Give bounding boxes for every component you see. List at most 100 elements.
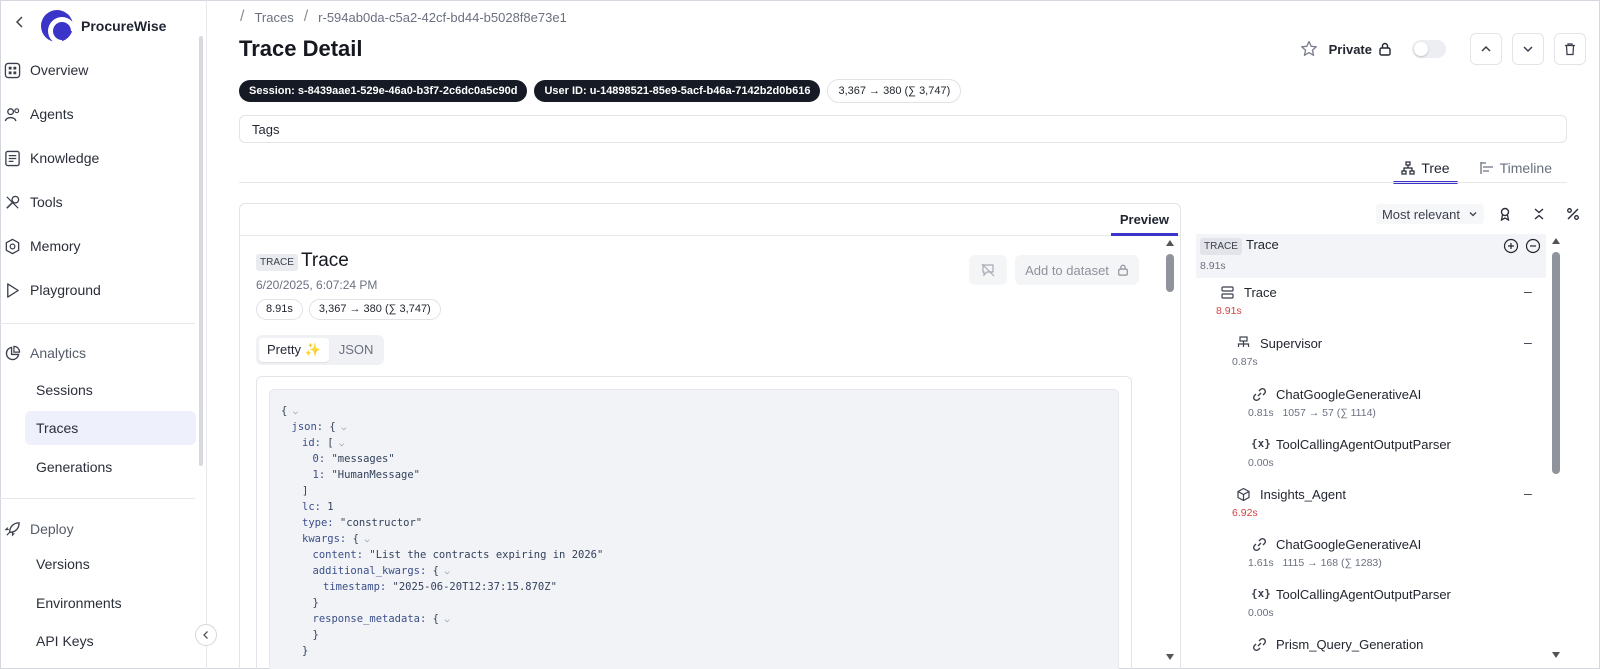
tree-scrollbar[interactable] [1550, 238, 1562, 658]
chevron-down-icon [1523, 46, 1533, 53]
chevron-down-icon[interactable]: ⌵ [439, 567, 449, 577]
sidebar-scrollbar[interactable] [199, 36, 203, 466]
tree-node-meta: 0.00s [1248, 457, 1274, 469]
scroll-down-arrow[interactable] [1166, 654, 1174, 660]
json-value: "HumanMessage" [325, 469, 420, 481]
breadcrumb-separator: / [240, 8, 245, 25]
tab-tree[interactable]: Tree [1393, 154, 1458, 184]
chevron-left-icon[interactable] [13, 15, 27, 29]
delete-trace-button[interactable] [1554, 33, 1586, 65]
session-chip[interactable]: Session: s-8439aae1-529e-46a0-b3f7-2c6dc… [239, 80, 528, 102]
json-key: content: [312, 549, 364, 561]
tab-preview[interactable]: Preview [1110, 210, 1179, 236]
json-line: ] [281, 483, 1107, 499]
tree-node[interactable]: Prism_Query_Generation [1196, 637, 1546, 669]
tab-timeline[interactable]: Timeline [1472, 154, 1560, 182]
annotate-button[interactable] [969, 255, 1007, 285]
tree-node-name: Supervisor [1260, 336, 1323, 351]
collapse-node-toggle[interactable]: – [1524, 485, 1532, 501]
sidebar-item-sessions[interactable]: Sessions [25, 373, 196, 407]
chevron-down-icon[interactable]: ⌵ [439, 615, 449, 625]
sidebar: ProcureWise Overview Agents Knowledge To… [0, 0, 207, 669]
percentage-button[interactable] [1560, 201, 1586, 227]
tree-node[interactable]: {x} ToolCallingAgentOutputParser 0.00s [1196, 437, 1546, 477]
json-value: } [312, 597, 319, 609]
tabs-divider [239, 182, 1567, 183]
tree-node-meta: 8.91s [1216, 305, 1242, 317]
private-toggle[interactable] [1412, 40, 1446, 58]
chevron-down-icon[interactable]: ⌵ [287, 407, 298, 417]
memory-icon [5, 238, 20, 254]
chevron-down-icon[interactable]: ⌵ [359, 535, 369, 545]
collapse-icon[interactable] [1525, 238, 1541, 254]
scroll-thumb[interactable] [1552, 252, 1560, 474]
sidebar-item-api-keys[interactable]: API Keys [25, 624, 196, 658]
sidebar-item-agents[interactable]: Agents [0, 100, 195, 128]
brand-name: ProcureWise [81, 18, 167, 34]
trace-timestamp: 6/20/2025, 6:07:24 PM [256, 278, 378, 292]
collapse-node-toggle[interactable]: – [1524, 334, 1532, 350]
sort-select[interactable]: Most relevant [1375, 204, 1484, 224]
brand-logo [41, 10, 73, 42]
sidebar-item-versions[interactable]: Versions [25, 547, 196, 581]
sidebar-group-deploy[interactable]: Deploy [0, 515, 195, 543]
next-trace-button[interactable] [1512, 33, 1544, 65]
lock-icon [1118, 264, 1128, 276]
add-to-dataset-button[interactable]: Add to dataset [1015, 255, 1139, 285]
json-line: response_metadata: { ⌵ [281, 611, 1107, 627]
json-value: "constructor" [333, 517, 423, 529]
award-button[interactable] [1492, 201, 1518, 227]
sidebar-item-tools[interactable]: Tools [0, 188, 195, 216]
breadcrumb-traces[interactable]: Traces [254, 10, 293, 25]
sidebar-item-environments[interactable]: Environments [25, 586, 196, 620]
io-section: { ⌵ json: { ⌵ id: [ ⌵ 0: "messages" 1: "Huma… [256, 376, 1132, 669]
sidebar-item-playground[interactable]: Playground [0, 276, 195, 304]
tree-node[interactable]: Supervisor 0.87s – [1196, 334, 1546, 376]
document-icon [5, 150, 20, 166]
user-id-chip[interactable]: User ID: u-14898521-85e9-5acf-b46a-7142b… [534, 80, 821, 102]
sidebar-item-knowledge[interactable]: Knowledge [0, 144, 195, 172]
tree-node[interactable]: Trace 8.91s – [1196, 283, 1546, 325]
tree-node-name: Trace [1244, 285, 1277, 300]
preview-scrollbar[interactable] [1164, 240, 1176, 660]
play-icon [7, 282, 19, 298]
tab-json[interactable]: JSON [331, 338, 382, 362]
tags-input[interactable]: Tags [239, 115, 1567, 143]
sidebar-item-label: Memory [30, 238, 81, 254]
scroll-up-arrow[interactable] [1166, 240, 1174, 246]
json-value: } [312, 629, 319, 641]
tree-node[interactable]: ChatGoogleGenerativeAI 0.81s 1057 → 57 (… [1196, 387, 1546, 427]
add-to-dataset-label: Add to dataset [1025, 262, 1109, 278]
tab-pretty[interactable]: Pretty ✨ [259, 338, 329, 362]
tree-root-node[interactable]: TRACE Trace 8.91s [1196, 234, 1546, 278]
trash-icon [1565, 43, 1575, 56]
collapse-node-toggle[interactable]: – [1524, 283, 1532, 299]
tree-node[interactable]: Insights_Agent 6.92s – [1196, 485, 1546, 527]
sidebar-group-analytics[interactable]: Analytics [0, 339, 195, 367]
json-value: [ [320, 437, 334, 449]
sidebar-item-memory[interactable]: Memory [0, 232, 195, 260]
chevron-down-icon[interactable]: ⌵ [336, 423, 346, 433]
scroll-thumb[interactable] [1166, 254, 1174, 292]
json-value: ] [302, 485, 309, 497]
expand-icon[interactable] [1503, 238, 1519, 254]
sidebar-item-traces[interactable]: Traces [25, 411, 196, 445]
json-viewer: { ⌵ json: { ⌵ id: [ ⌵ 0: "messages" 1: "Huma… [269, 389, 1119, 669]
previous-trace-button[interactable] [1470, 33, 1502, 65]
sidebar-item-generations[interactable]: Generations [25, 450, 196, 484]
tree-node[interactable]: ChatGoogleGenerativeAI 1.61s 1115 → 168 … [1196, 537, 1546, 577]
tree-node-name: ToolCallingAgentOutputParser [1276, 587, 1451, 602]
format-toggle: Pretty ✨ JSON [256, 335, 385, 365]
token-usage-chip: 3,367 → 380 (∑ 3,747) [827, 79, 962, 103]
tree-node[interactable]: {x} ToolCallingAgentOutputParser 0.00s [1196, 587, 1546, 627]
scroll-up-arrow[interactable] [1552, 238, 1560, 244]
timeline-icon [1479, 162, 1493, 174]
sidebar-item-overview[interactable]: Overview [0, 56, 195, 84]
json-line: id: [ ⌵ [281, 435, 1107, 451]
star-icon[interactable] [1299, 39, 1319, 59]
chevron-down-icon[interactable]: ⌵ [334, 439, 344, 449]
sidebar-divider [0, 498, 195, 499]
sidebar-item-label: Overview [30, 62, 89, 78]
collapse-all-button[interactable] [1526, 201, 1552, 227]
scroll-down-arrow[interactable] [1552, 652, 1560, 658]
